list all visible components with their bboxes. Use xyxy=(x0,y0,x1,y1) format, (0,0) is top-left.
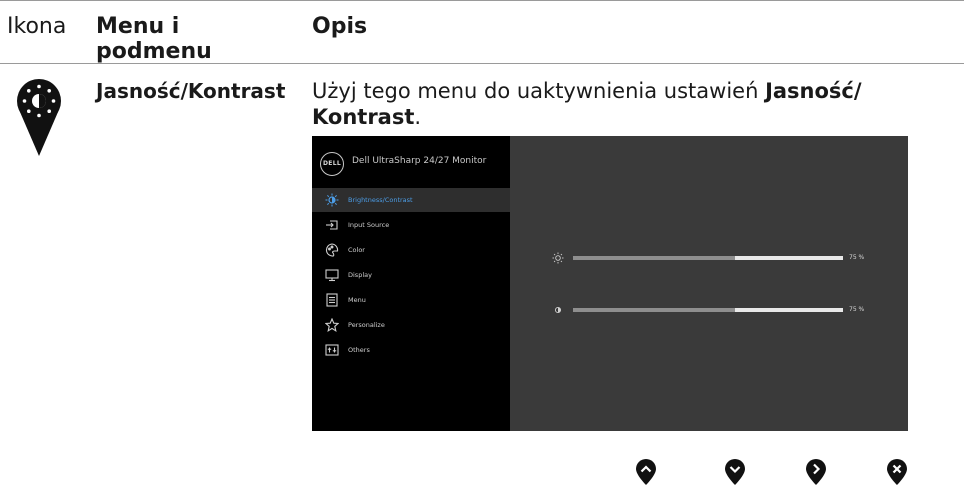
sun-icon xyxy=(552,252,564,264)
osd-menu-item-color[interactable]: Color xyxy=(312,238,510,262)
osd-menu-item-input-source[interactable]: Input Source xyxy=(312,213,510,237)
osd-menu-item-brightness-contrast[interactable]: Brightness/Contrast xyxy=(312,188,510,212)
brightness-track xyxy=(573,256,843,260)
top-rule xyxy=(0,0,964,1)
brightness-icon xyxy=(325,193,339,207)
osd-sidebar: DELL Dell UltraSharp 24/27 Monitor Brigh… xyxy=(312,136,510,431)
display-monitor-icon xyxy=(325,268,339,282)
osd-menu-item-others[interactable]: Others xyxy=(312,338,510,362)
down-button-icon xyxy=(725,459,745,485)
contrast-fill xyxy=(573,308,735,312)
osd-menu-label: Menu xyxy=(348,296,366,304)
contrast-icon xyxy=(552,304,564,316)
close-button-icon xyxy=(887,459,907,485)
description-text: Użyj tego menu do uaktywnienia ustawień xyxy=(312,79,766,103)
osd-menu-label: Display xyxy=(348,271,372,279)
brightness-value: 75 % xyxy=(849,254,865,261)
menu-name-jasnosc-kontrast: Jasność/Kontrast xyxy=(96,79,286,103)
osd-menu-label: Others xyxy=(348,346,370,354)
osd-menu-item-display[interactable]: Display xyxy=(312,263,510,287)
osd-title-bar: DELL Dell UltraSharp 24/27 Monitor xyxy=(312,136,510,188)
contrast-slider[interactable]: 75 % xyxy=(548,304,878,316)
contrast-track xyxy=(573,308,843,312)
header-rule xyxy=(0,63,964,64)
row-description: Użyj tego menu do uaktywnienia ustawień … xyxy=(312,78,912,130)
osd-menu-label: Input Source xyxy=(348,221,390,229)
menu-list-icon xyxy=(325,293,339,307)
osd-menu-label: Personalize xyxy=(348,321,385,329)
header-icon-column: Ikona xyxy=(7,14,67,39)
right-button-icon xyxy=(806,459,826,485)
brightness-fill xyxy=(573,256,735,260)
header-menu-column: Menu i podmenu xyxy=(96,14,212,64)
dell-logo: DELL xyxy=(320,152,344,176)
osd-menu-label: Color xyxy=(348,246,365,254)
osd-screenshot: DELL Dell UltraSharp 24/27 Monitor Brigh… xyxy=(312,136,908,431)
star-icon xyxy=(325,318,339,332)
osd-menu-label: Brightness/Contrast xyxy=(348,196,413,204)
osd-menu-item-menu[interactable]: Menu xyxy=(312,288,510,312)
input-source-icon xyxy=(325,218,339,232)
brightness-contrast-pin-icon xyxy=(17,79,61,156)
up-button-icon xyxy=(636,459,656,485)
osd-title: Dell UltraSharp 24/27 Monitor xyxy=(352,156,487,166)
others-icon xyxy=(325,343,339,357)
color-palette-icon xyxy=(325,243,339,257)
brightness-slider[interactable]: 75 % xyxy=(548,252,878,264)
header-description-column: Opis xyxy=(312,14,368,39)
description-period: . xyxy=(414,105,422,129)
contrast-value: 75 % xyxy=(849,306,865,313)
osd-menu-item-personalize[interactable]: Personalize xyxy=(312,313,510,337)
